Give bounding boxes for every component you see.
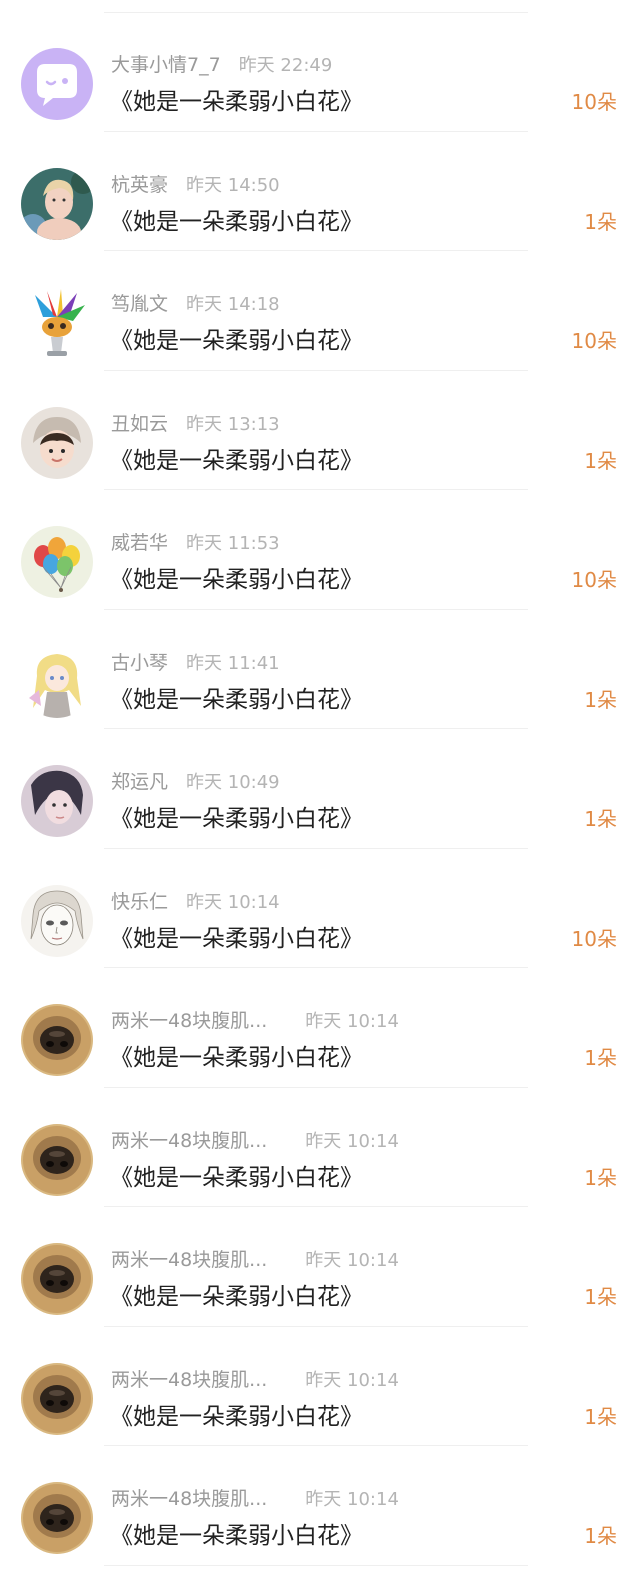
user-name[interactable]: 大事小情7_7 bbox=[111, 54, 221, 76]
book-title: 《她是一朵柔弱小白花》 bbox=[110, 1403, 363, 1430]
avatar[interactable] bbox=[21, 1243, 93, 1315]
user-name[interactable]: 笃胤文 bbox=[111, 293, 168, 315]
meta-line: 两米一48块腹肌... 昨天 10:14 bbox=[111, 1008, 399, 1035]
meta-line: 两米一48块腹肌... 昨天 10:14 bbox=[111, 1247, 399, 1274]
flower-count: 10朵 bbox=[571, 568, 617, 592]
meta-line: 两米一48块腹肌... 昨天 10:14 bbox=[111, 1128, 399, 1155]
flower-count: 10朵 bbox=[571, 926, 617, 951]
user-name[interactable]: 丑如云 bbox=[111, 413, 168, 435]
meta-line: 两米一48块腹肌... 昨天 10:14 bbox=[111, 1367, 399, 1394]
avatar[interactable] bbox=[21, 406, 93, 479]
list-item[interactable]: 两米一48块腹肌... 昨天 10:14 《她是一朵柔弱小白花》 1朵 bbox=[0, 1207, 640, 1327]
book-title: 《她是一朵柔弱小白花》 bbox=[110, 567, 363, 593]
book-title: 《她是一朵柔弱小白花》 bbox=[110, 447, 363, 474]
list-item[interactable]: 两米一48块腹肌... 昨天 10:14 《她是一朵柔弱小白花》 1朵 bbox=[0, 1327, 640, 1446]
book-title: 《她是一朵柔弱小白花》 bbox=[110, 1045, 363, 1071]
flower-count: 1朵 bbox=[584, 1165, 617, 1190]
meta-line: 郑运凡 昨天 10:49 bbox=[111, 769, 280, 796]
divider bbox=[104, 1564, 528, 1566]
timestamp: 昨天 14:18 bbox=[186, 294, 280, 315]
timestamp: 昨天 13:13 bbox=[186, 413, 280, 435]
list-item[interactable]: 两米一48块腹肌... 昨天 10:14 《她是一朵柔弱小白花》 1朵 bbox=[0, 1088, 640, 1207]
timestamp: 昨天 10:14 bbox=[305, 1011, 399, 1032]
meta-line: 古小琴 昨天 11:41 bbox=[111, 650, 280, 677]
user-name[interactable]: 快乐仁 bbox=[111, 891, 168, 913]
book-title: 《她是一朵柔弱小白花》 bbox=[110, 89, 363, 115]
meta-line: 笃胤文 昨天 14:18 bbox=[111, 291, 280, 318]
list-item[interactable]: 杭英豪 昨天 14:50 《她是一朵柔弱小白花》 1朵 bbox=[0, 132, 640, 251]
list-item[interactable]: 笃胤文 昨天 14:18 《她是一朵柔弱小白花》 10朵 bbox=[0, 251, 640, 371]
timestamp: 昨天 11:41 bbox=[186, 652, 280, 674]
flower-count: 1朵 bbox=[584, 1046, 617, 1070]
list-item[interactable]: 郑运凡 昨天 10:49 《她是一朵柔弱小白花》 1朵 bbox=[0, 729, 640, 849]
meta-line: 两米一48块腹肌... 昨天 10:14 bbox=[111, 1486, 399, 1513]
flower-count: 10朵 bbox=[571, 90, 617, 114]
timestamp: 昨天 10:14 bbox=[186, 891, 280, 913]
avatar[interactable] bbox=[21, 1004, 93, 1076]
flower-count: 1朵 bbox=[584, 448, 617, 473]
meta-line: 丑如云 昨天 13:13 bbox=[111, 411, 280, 438]
timestamp: 昨天 10:14 bbox=[305, 1489, 399, 1510]
flower-count: 1朵 bbox=[584, 1524, 617, 1548]
list-item[interactable]: 古小琴 昨天 11:41 《她是一朵柔弱小白花》 1朵 bbox=[0, 610, 640, 729]
user-name[interactable]: 两米一48块腹肌... bbox=[111, 1369, 267, 1391]
timestamp: 昨天 14:50 bbox=[186, 174, 280, 196]
avatar[interactable] bbox=[21, 48, 93, 120]
timestamp: 昨天 22:49 bbox=[238, 55, 333, 76]
flower-count: 1朵 bbox=[584, 209, 617, 234]
book-title: 《她是一朵柔弱小白花》 bbox=[110, 208, 363, 235]
flower-count: 1朵 bbox=[584, 1285, 617, 1309]
book-title: 《她是一朵柔弱小白花》 bbox=[110, 806, 363, 832]
flower-count: 1朵 bbox=[584, 1404, 617, 1429]
book-title: 《她是一朵柔弱小白花》 bbox=[110, 328, 363, 354]
list-item[interactable]: 两米一48块腹肌... 昨天 10:14 《她是一朵柔弱小白花》 1朵 bbox=[0, 968, 640, 1088]
user-name[interactable]: 两米一48块腹肌... bbox=[111, 1249, 267, 1271]
book-title: 《她是一朵柔弱小白花》 bbox=[110, 925, 363, 952]
list-item[interactable]: 大事小情7_7 昨天 22:49 《她是一朵柔弱小白花》 10朵 bbox=[0, 12, 640, 132]
user-name[interactable]: 两米一48块腹肌... bbox=[111, 1488, 267, 1510]
avatar[interactable] bbox=[21, 1482, 93, 1554]
list-item[interactable]: 快乐仁 昨天 10:14 《她是一朵柔弱小白花》 10朵 bbox=[0, 849, 640, 968]
flower-count: 1朵 bbox=[584, 807, 617, 831]
user-name[interactable]: 古小琴 bbox=[111, 652, 168, 674]
avatar[interactable] bbox=[21, 287, 93, 359]
meta-line: 快乐仁 昨天 10:14 bbox=[111, 889, 280, 916]
meta-line: 大事小情7_7 昨天 22:49 bbox=[111, 52, 332, 79]
flower-count: 10朵 bbox=[571, 329, 617, 353]
meta-line: 威若华 昨天 11:53 bbox=[111, 530, 280, 557]
user-name[interactable]: 两米一48块腹肌... bbox=[111, 1010, 267, 1032]
meta-line: 杭英豪 昨天 14:50 bbox=[111, 172, 280, 199]
avatar[interactable] bbox=[21, 765, 93, 837]
user-name[interactable]: 郑运凡 bbox=[111, 771, 168, 793]
timestamp: 昨天 10:14 bbox=[305, 1369, 399, 1391]
list-item[interactable]: 丑如云 昨天 13:13 《她是一朵柔弱小白花》 1朵 bbox=[0, 371, 640, 490]
book-title: 《她是一朵柔弱小白花》 bbox=[110, 1164, 363, 1191]
flower-count: 1朵 bbox=[584, 687, 617, 712]
avatar[interactable] bbox=[21, 884, 93, 957]
user-name[interactable]: 杭英豪 bbox=[111, 174, 168, 196]
avatar[interactable] bbox=[21, 1362, 93, 1435]
gift-record-list: 大事小情7_7 昨天 22:49 《她是一朵柔弱小白花》 10朵 杭英豪 昨天 14:50… bbox=[0, 0, 640, 1572]
timestamp: 昨天 10:14 bbox=[305, 1130, 399, 1152]
timestamp: 昨天 10:49 bbox=[186, 772, 280, 793]
list-item[interactable]: 两米一48块腹肌... 昨天 10:14 《她是一朵柔弱小白花》 1朵 bbox=[0, 1446, 640, 1566]
book-title: 《她是一朵柔弱小白花》 bbox=[110, 1284, 363, 1310]
user-name[interactable]: 威若华 bbox=[111, 532, 168, 554]
avatar[interactable] bbox=[21, 526, 93, 598]
timestamp: 昨天 11:53 bbox=[186, 533, 280, 554]
book-title: 《她是一朵柔弱小白花》 bbox=[110, 1523, 363, 1549]
avatar[interactable] bbox=[21, 645, 93, 718]
book-title: 《她是一朵柔弱小白花》 bbox=[110, 686, 363, 713]
list-item[interactable]: 威若华 昨天 11:53 《她是一朵柔弱小白花》 10朵 bbox=[0, 490, 640, 610]
avatar[interactable] bbox=[21, 1123, 93, 1196]
timestamp: 昨天 10:14 bbox=[305, 1250, 399, 1271]
user-name[interactable]: 两米一48块腹肌... bbox=[111, 1130, 267, 1152]
avatar[interactable] bbox=[21, 167, 93, 240]
